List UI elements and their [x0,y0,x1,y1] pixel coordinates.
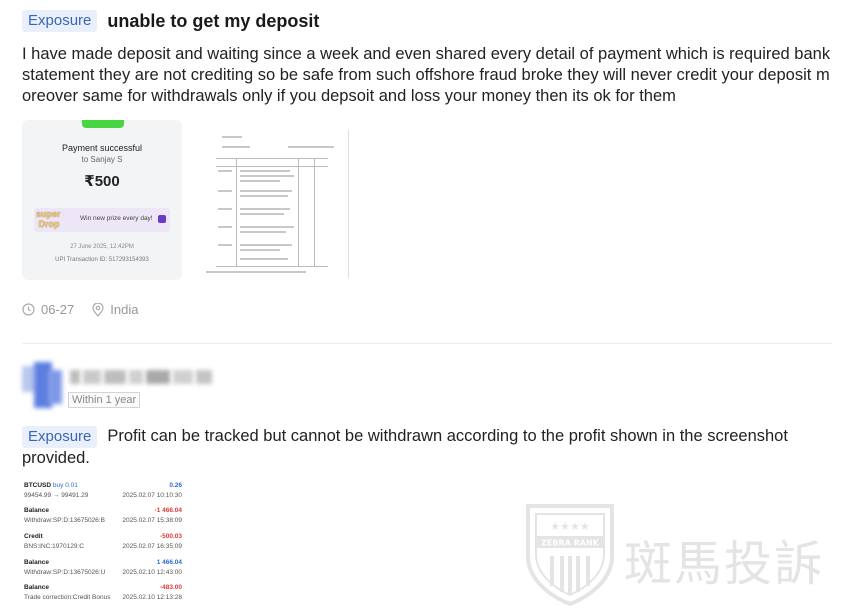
blur-block [173,370,193,384]
doc-text-line [206,271,306,273]
zebra-watermark: ZEBRA RANK ★★★★ 斑馬投訴 [520,498,840,608]
doc-rule [216,266,328,267]
blur-block [83,370,101,384]
trade-date: 2025.02.07 16:35:09 [122,543,182,550]
payment-status: Payment successful [61,143,143,153]
trade-value: -483.00 [159,584,182,591]
trade-date: 2025.02.07 10:10:30 [122,492,182,499]
trade-detail: Withdraw:SP:D:13675026:U [24,569,106,576]
post-divider [22,343,832,344]
trade-detail: Trade correction:Credit Bonus [24,594,111,601]
doc-text-line [240,244,292,246]
post-meta: 06-27 India [22,302,138,317]
zebra-shield-icon: ZEBRA RANK ★★★★ [526,504,614,607]
payment-screenshot-thumbnail[interactable]: Payment successful to Sanjay S ₹500 supe… [22,120,182,280]
trade-value: 0.26 [169,482,182,489]
promo-text: Win new prize every day! [80,215,153,222]
exposure-tag[interactable]: Exposure [22,10,98,32]
doc-text-line [240,190,292,192]
blur-block [104,370,126,384]
doc-text-line [240,195,288,197]
trade-type: Balance [24,584,49,591]
trade-side: buy 0.01 [52,482,78,489]
trade-type: Balance [24,507,49,514]
post-body: Exposure Profit can be tracked but cannot… [22,426,837,469]
doc-rule [216,158,328,159]
post-title[interactable]: unable to get my deposit [107,11,319,32]
trade-type: Balance [24,559,49,566]
doc-text-line [222,146,250,148]
doc-text-line [218,208,232,210]
trade-detail: BNS:INC:1970129:C [24,543,84,550]
trade-detail: 99454.99 → 99491.29 [24,492,89,499]
doc-text-line [240,208,290,210]
bank-statement-document [202,130,349,278]
trade-value: -1 466.04 [154,507,182,514]
super-drop-logo: super Drop [36,209,61,229]
doc-rule [216,166,328,167]
clock-icon [22,303,35,316]
promo-banner: super Drop Win new prize every day! [34,208,170,232]
doc-text-line [240,170,290,172]
blur-block [129,370,143,384]
doc-text-line [240,258,288,260]
post-text: Profit can be tracked but cannot be with… [22,427,788,467]
trade-detail: Withdraw:SP:D:13675026:B [24,517,105,524]
doc-rule [236,158,237,266]
transaction-id: UPI Transaction ID: 517293154393 [55,257,149,263]
trade-value: 1 466.04 [156,559,182,566]
trade-history-thumbnail[interactable]: BTCUSD buy 0.01 0.26 99454.99 → 99491.29… [22,478,184,612]
doc-text-line [218,244,232,246]
post-date: 06-27 [41,302,75,317]
success-check-icon [82,120,124,128]
payment-amount: ₹500 [84,173,120,190]
post-header: Exposure unable to get my deposit [22,10,319,32]
location-icon [92,302,104,317]
watermark-text: 斑馬投訴 [624,536,825,592]
watermark-badge-text: ZEBRA RANK [541,539,600,548]
doc-text-line [222,136,242,138]
username-blurred[interactable] [70,370,215,386]
trade-type: Credit [24,533,43,540]
payment-receipt: Payment successful to Sanjay S ₹500 supe… [22,120,182,280]
trade-value: -500.03 [159,533,182,540]
post-location: India [110,302,139,317]
doc-text-line [240,175,294,177]
svg-text:★★★★: ★★★★ [550,520,590,533]
trade-date: 2025.02.07 15:38:09 [122,517,182,524]
payment-recipient: to Sanjay S [81,155,123,164]
payment-date: 27 June 2025, 12:42PM [70,244,134,250]
promo-arrow-icon [158,215,166,223]
doc-text-line [288,146,334,148]
doc-rule [298,158,299,266]
blur-block [146,370,170,384]
doc-text-line [240,213,284,215]
blur-block [196,370,212,384]
avatar[interactable] [20,362,62,408]
doc-text-line [218,190,232,192]
doc-text-line [218,170,232,172]
doc-text-line [240,180,280,182]
doc-text-line [218,226,232,228]
doc-rule [314,158,315,266]
trade-symbol-name: BTCUSD [24,482,52,489]
exposure-tag[interactable]: Exposure [22,426,98,448]
bank-statement-thumbnail[interactable] [194,120,354,280]
user-tenure-badge: Within 1 year [68,392,141,408]
trade-date: 2025.02.10 12:43:00 [122,569,182,576]
trade-date: 2025.02.10 12:13:28 [122,594,182,601]
trade-symbol: BTCUSD buy 0.01 [24,482,78,489]
doc-text-line [240,249,280,251]
doc-text-line [240,231,286,233]
doc-text-line [240,226,294,228]
blur-block [70,370,80,384]
avatar-blur-part [48,370,62,404]
post-body: I have made deposit and waiting since a … [22,45,831,105]
